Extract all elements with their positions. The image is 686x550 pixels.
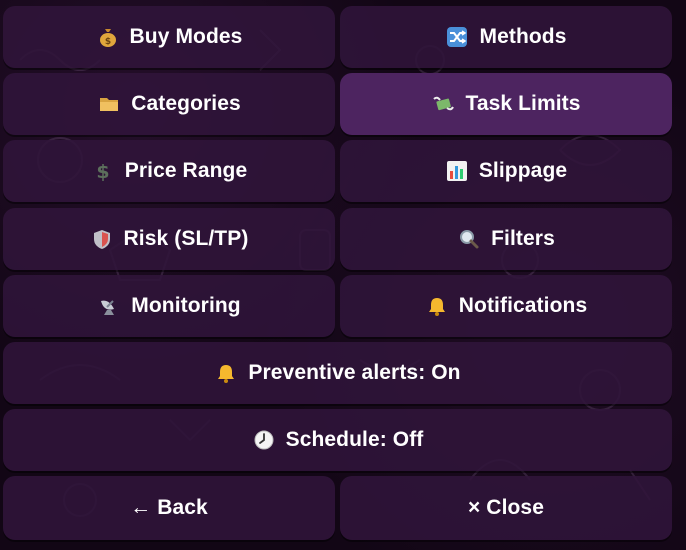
close-button[interactable]: × Close bbox=[340, 476, 672, 540]
svg-text:$: $ bbox=[96, 161, 109, 182]
close-label: × Close bbox=[468, 496, 544, 519]
schedule-button[interactable]: Schedule: Off bbox=[3, 409, 672, 471]
money-bag-icon: $ bbox=[96, 25, 120, 49]
notifications-button[interactable]: Notifications bbox=[340, 275, 672, 337]
clock-icon bbox=[252, 428, 276, 452]
filters-label: Filters bbox=[491, 227, 555, 250]
preventive-alerts-label: Preventive alerts: On bbox=[248, 361, 461, 384]
buy-modes-label: Buy Modes bbox=[129, 25, 243, 48]
task-limits-label: Task Limits bbox=[465, 92, 581, 115]
money-wings-icon bbox=[431, 92, 455, 116]
bar-chart-icon bbox=[445, 159, 469, 183]
folder-icon bbox=[97, 92, 121, 116]
categories-button[interactable]: Categories bbox=[3, 73, 335, 135]
satellite-dish-icon bbox=[97, 294, 121, 318]
risk-button[interactable]: Risk (SL/TP) bbox=[3, 208, 335, 270]
price-range-button[interactable]: $ Price Range bbox=[3, 140, 335, 202]
notifications-label: Notifications bbox=[458, 294, 588, 317]
risk-label: Risk (SL/TP) bbox=[123, 227, 249, 250]
inline-keyboard: $ Buy Modes Methods Categories Task Limi… bbox=[0, 0, 686, 550]
shuffle-icon bbox=[445, 25, 469, 49]
dollar-sign-icon: $ bbox=[91, 159, 115, 183]
methods-label: Methods bbox=[479, 25, 567, 48]
magnifier-icon bbox=[457, 227, 481, 251]
slippage-label: Slippage bbox=[478, 159, 568, 182]
shield-icon bbox=[90, 227, 114, 251]
monitoring-label: Monitoring bbox=[131, 294, 241, 317]
bell-icon bbox=[425, 294, 449, 318]
buy-modes-button[interactable]: $ Buy Modes bbox=[3, 6, 335, 68]
task-limits-button[interactable]: Task Limits bbox=[340, 73, 672, 135]
preventive-alerts-button[interactable]: Preventive alerts: On bbox=[3, 342, 672, 404]
schedule-label: Schedule: Off bbox=[285, 428, 424, 451]
back-button[interactable]: ← Back bbox=[3, 476, 335, 540]
methods-button[interactable]: Methods bbox=[340, 6, 672, 68]
price-range-label: Price Range bbox=[124, 159, 248, 182]
bell-icon bbox=[214, 361, 238, 385]
back-label: ← Back bbox=[130, 496, 208, 519]
svg-text:$: $ bbox=[104, 37, 110, 47]
slippage-button[interactable]: Slippage bbox=[340, 140, 672, 202]
monitoring-button[interactable]: Monitoring bbox=[3, 275, 335, 337]
categories-label: Categories bbox=[131, 92, 241, 115]
filters-button[interactable]: Filters bbox=[340, 208, 672, 270]
